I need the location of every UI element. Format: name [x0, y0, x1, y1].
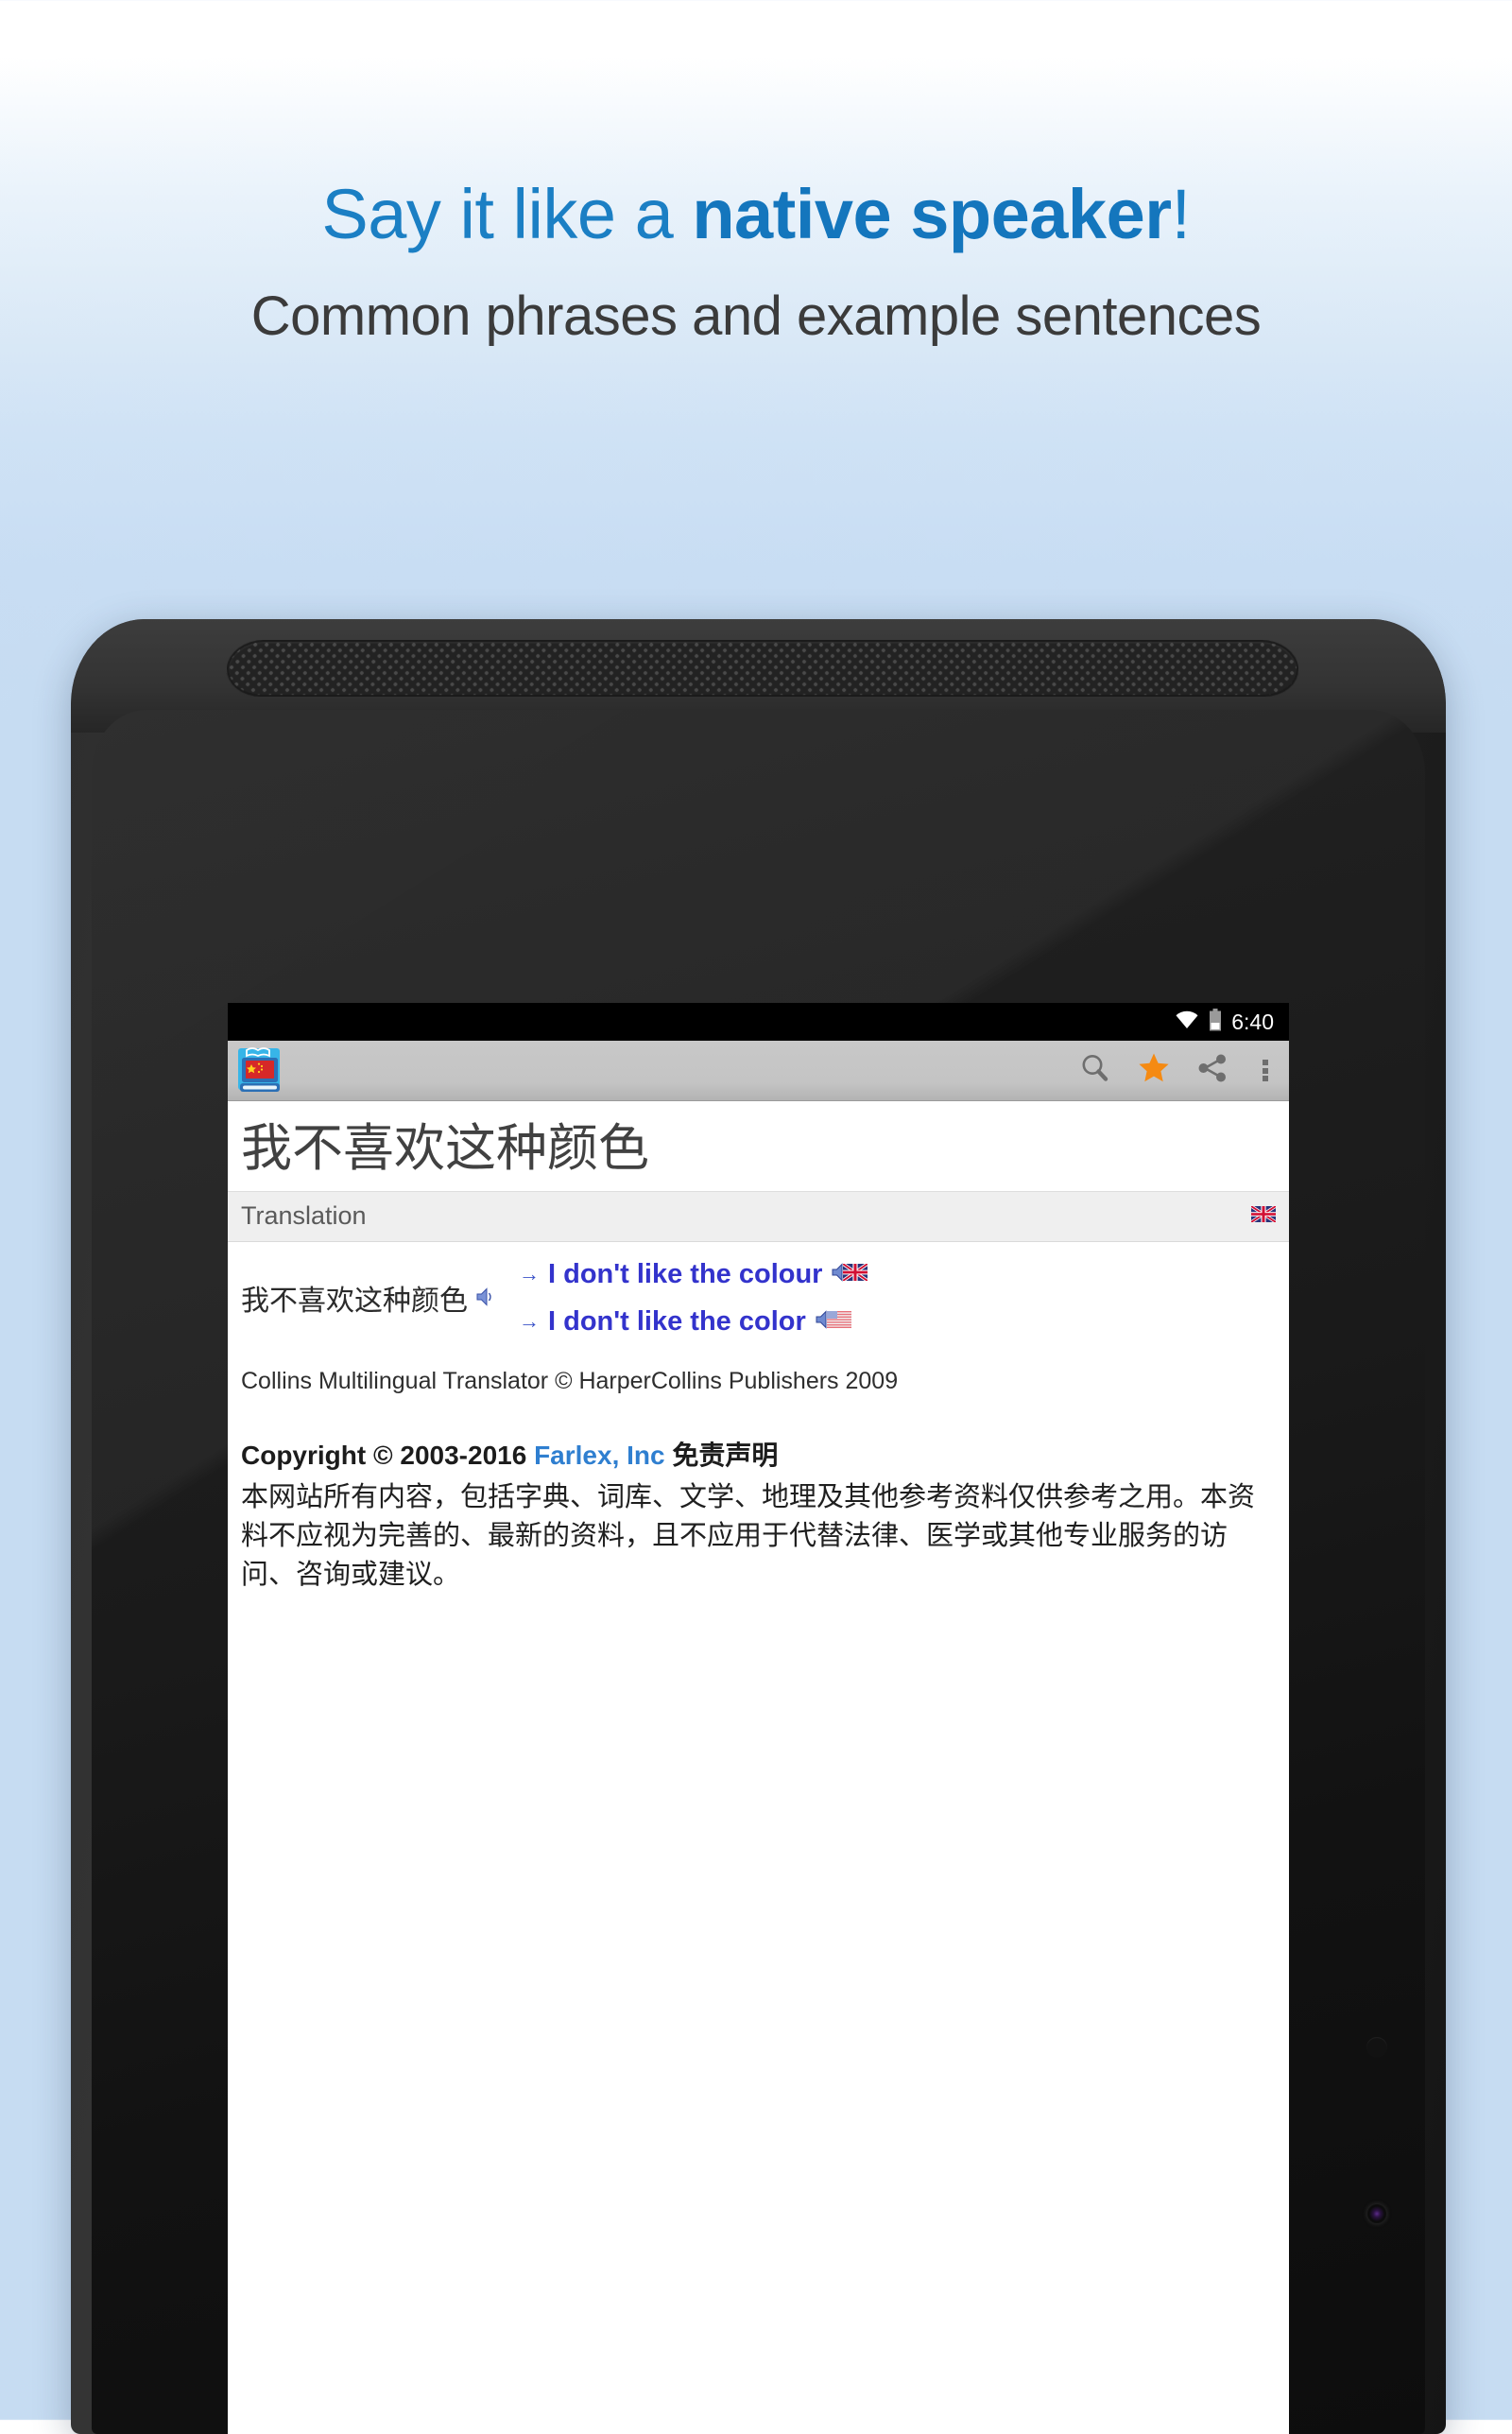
section-title: Translation — [241, 1201, 367, 1231]
speaker-icon[interactable] — [475, 1282, 496, 1314]
pronounce-uk-button[interactable] — [831, 1262, 869, 1286]
search-button[interactable] — [1066, 1041, 1125, 1101]
status-bar-clock: 6:40 — [1231, 1009, 1274, 1034]
translation-targets: → I don't like the colour → I don't like… — [506, 1259, 869, 1338]
action-bar — [228, 1041, 1289, 1101]
translation-entry: 我不喜欢这种颜色 → I don't like the colour → I d… — [228, 1242, 1289, 1343]
speaker-icon — [815, 1309, 835, 1334]
speaker-grille — [225, 640, 1300, 698]
translation-link[interactable]: I don't like the colour — [548, 1259, 822, 1290]
source-text: 我不喜欢这种颜色 — [241, 1286, 468, 1318]
tablet-device-mockup: 6:40 我不喜欢这种颜色 Translation 我不喜欢这种颜色 → I d… — [71, 619, 1446, 2434]
farlex-link[interactable]: Farlex, Inc — [534, 1441, 665, 1470]
translation-link[interactable]: I don't like the color — [548, 1306, 806, 1338]
overflow-dot — [1263, 1060, 1268, 1065]
source-credit: Collins Multilingual Translator © Harper… — [241, 1367, 899, 1394]
headline-text-trail: ! — [1171, 175, 1192, 253]
page-subtitle: Common phrases and example sentences — [250, 285, 1262, 347]
uk-flag-icon — [1250, 1204, 1277, 1227]
headword: 我不喜欢这种颜色 — [241, 1120, 649, 1177]
translation-source: 我不喜欢这种颜色 — [241, 1277, 506, 1319]
speaker-icon — [831, 1262, 851, 1286]
overflow-menu-icon — [1263, 1058, 1268, 1084]
translation-section-header: Translation — [228, 1190, 1289, 1242]
overflow-menu-button[interactable] — [1242, 1041, 1289, 1101]
device-screen: 6:40 我不喜欢这种颜色 Translation 我不喜欢这种颜色 → I d… — [228, 1003, 1289, 2434]
overflow-dot — [1263, 1067, 1268, 1074]
copyright-prefix: Copyright © 2003-2016 — [241, 1440, 535, 1470]
overflow-dot — [1263, 1076, 1268, 1081]
chinese-dictionary-book-icon[interactable] — [235, 1046, 284, 1096]
share-icon — [1196, 1052, 1228, 1089]
headline-text-lead: Say it like a — [321, 175, 693, 253]
promo-header: Say it like a native speaker! Common phr… — [0, 0, 1512, 344]
translation-row: → I don't like the colour — [519, 1259, 869, 1290]
share-button[interactable] — [1183, 1041, 1242, 1101]
copyright-line: Copyright © 2003-2016 Farlex, Inc 免责声明 — [228, 1395, 1289, 1473]
wifi-icon — [1175, 1010, 1199, 1034]
action-bar-actions — [1066, 1041, 1289, 1100]
status-bar: 6:40 — [228, 1003, 1289, 1041]
battery-icon — [1209, 1008, 1222, 1036]
search-icon — [1079, 1052, 1111, 1089]
article-content: 我不喜欢这种颜色 Translation 我不喜欢这种颜色 → I don't … — [228, 1101, 1289, 2434]
translation-row: → I don't like the color — [519, 1306, 868, 1338]
arrow-right-icon: → — [519, 1309, 540, 1334]
headline-text-emphasis: native speaker — [692, 175, 1172, 253]
pronounce-us-button[interactable] — [815, 1309, 851, 1334]
page-title: Say it like a native speaker! — [0, 0, 1512, 250]
front-camera-icon — [1367, 2204, 1386, 2223]
status-bar-icons: 6:40 — [1175, 1008, 1274, 1036]
disclaimer-text: 本网站所有内容，包括字典、词库、文学、地理及其他参考资料仅供参考之用。本资料不应… — [241, 1481, 1256, 1591]
proximity-sensor-icon — [1366, 2037, 1387, 2058]
star-icon — [1137, 1051, 1171, 1090]
arrow-right-icon: → — [519, 1262, 540, 1286]
copyright-suffix: 免责声明 — [664, 1440, 779, 1470]
favorite-button[interactable] — [1125, 1041, 1183, 1101]
